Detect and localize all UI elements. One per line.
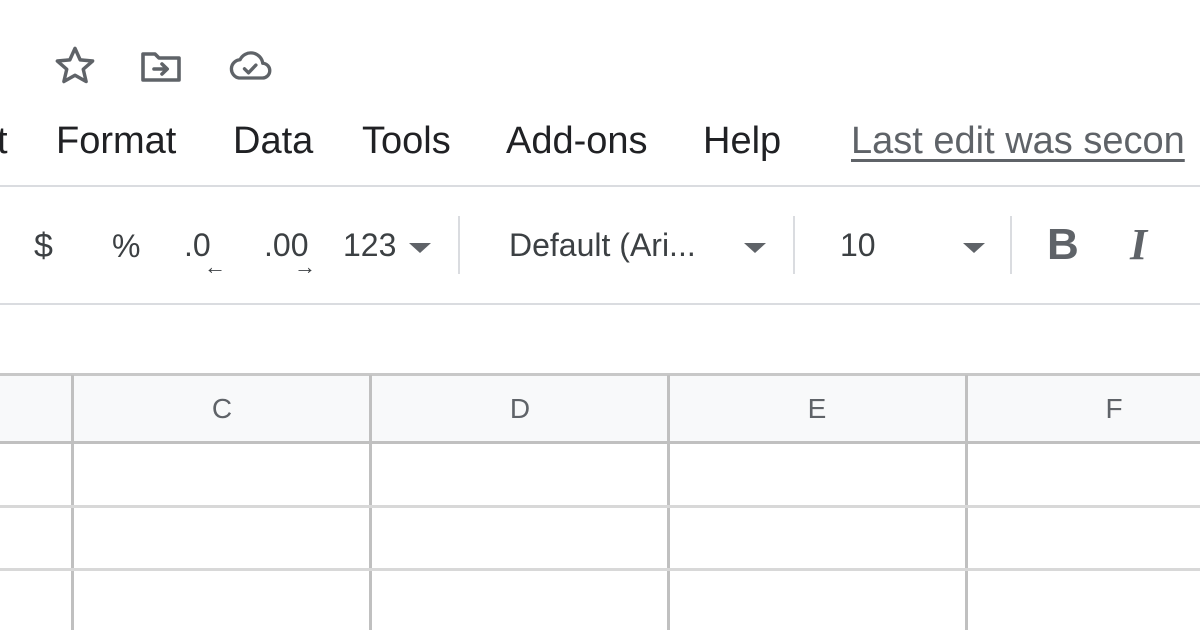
cell[interactable]	[670, 508, 965, 568]
menu-format[interactable]: Format	[56, 118, 176, 164]
column-header-f[interactable]: F	[968, 375, 1200, 443]
move-folder-icon[interactable]	[137, 42, 185, 90]
toolbar-separator	[458, 216, 460, 274]
cell[interactable]	[372, 508, 667, 568]
font-size-select[interactable]: 10	[840, 222, 990, 272]
cell[interactable]	[968, 571, 1200, 630]
chevron-down-icon	[963, 243, 985, 253]
decrease-decimal-button[interactable]: .0 ←	[184, 222, 234, 278]
percent-format-button[interactable]: %	[112, 226, 140, 266]
chevron-down-icon	[744, 243, 766, 253]
cell[interactable]	[74, 508, 369, 568]
formula-bar[interactable]	[0, 305, 1200, 373]
cell[interactable]	[74, 444, 369, 505]
cell[interactable]	[670, 444, 965, 505]
currency-format-button[interactable]: $	[34, 226, 53, 266]
column-label-c: C	[211, 393, 233, 424]
cell[interactable]	[968, 444, 1200, 505]
menu-add-ons[interactable]: Add-ons	[506, 118, 648, 164]
cell[interactable]	[372, 444, 667, 505]
menu-tools[interactable]: Tools	[362, 118, 451, 164]
italic-button[interactable]: I	[1130, 220, 1147, 270]
toolbar-separator	[793, 216, 795, 274]
column-label-e: E	[807, 393, 827, 424]
chevron-down-icon	[409, 243, 431, 253]
more-formats-label: 123	[343, 227, 397, 263]
column-header-c[interactable]: C	[74, 375, 369, 443]
more-formats-button[interactable]: 123	[343, 222, 438, 272]
column-header-e[interactable]: E	[670, 375, 965, 443]
bold-button[interactable]: B	[1047, 220, 1079, 270]
font-family-select[interactable]: Default (Ari...	[509, 222, 771, 272]
column-header-b[interactable]	[0, 375, 71, 443]
font-family-value: Default (Ari...	[509, 227, 696, 263]
star-icon[interactable]	[51, 42, 99, 90]
toolbar-separator	[1010, 216, 1012, 274]
menu-data[interactable]: Data	[233, 118, 313, 164]
menu-divider	[0, 185, 1200, 187]
last-edit-link[interactable]: Last edit was secon	[851, 118, 1185, 164]
column-header-d[interactable]: D	[372, 375, 667, 443]
column-label-f: F	[1105, 393, 1123, 424]
cell[interactable]	[372, 571, 667, 630]
cell[interactable]	[968, 508, 1200, 568]
increase-decimal-button[interactable]: .00 →	[264, 222, 320, 278]
arrow-left-icon: ←	[204, 254, 226, 279]
cell[interactable]	[670, 571, 965, 630]
menu-edit-partial[interactable]: t	[0, 118, 8, 164]
cloud-saved-icon[interactable]	[226, 42, 274, 90]
arrow-right-icon: →	[294, 254, 316, 279]
column-label-d: D	[509, 393, 531, 424]
menu-help[interactable]: Help	[703, 118, 781, 164]
font-size-value: 10	[840, 227, 876, 263]
cell[interactable]	[74, 571, 369, 630]
